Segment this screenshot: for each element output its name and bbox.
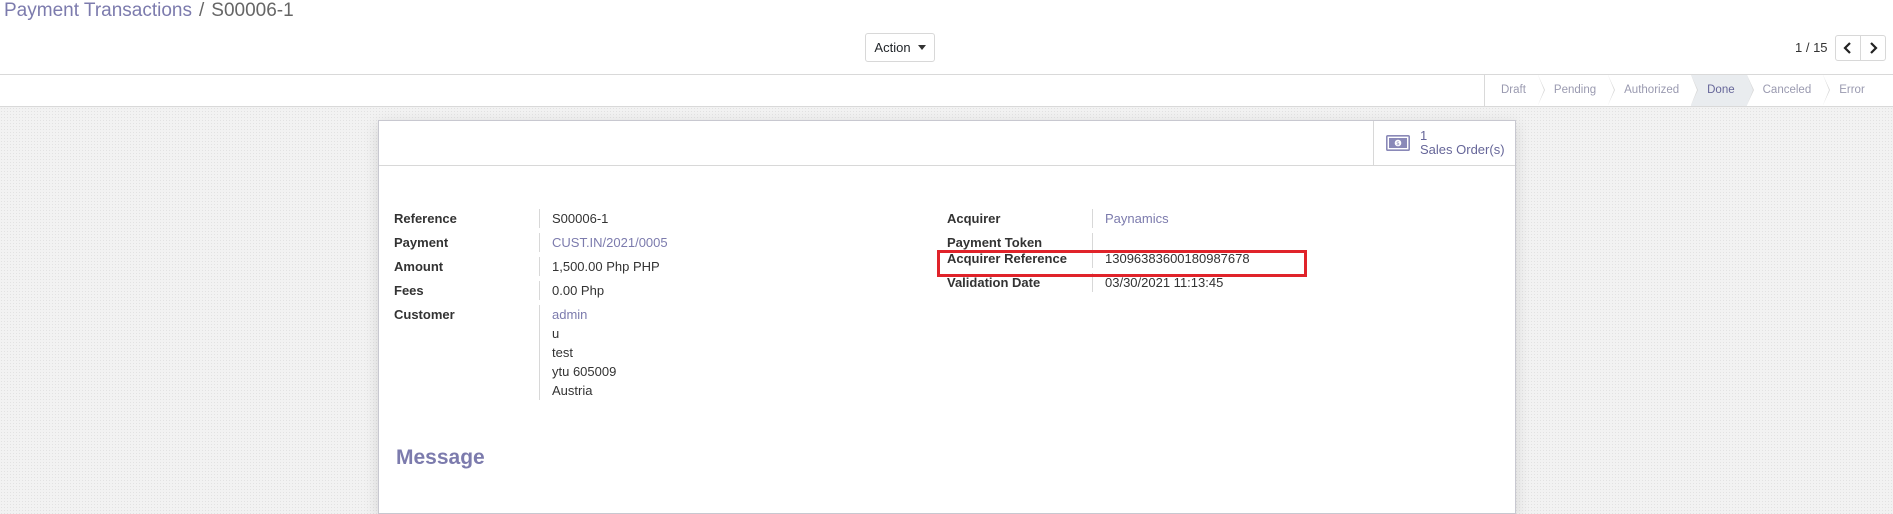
field-reference: Reference S00006-1 xyxy=(394,209,924,228)
breadcrumb-separator: / xyxy=(198,0,205,21)
acquirer-reference-value: 13096383600180987678 xyxy=(1105,251,1250,266)
breadcrumb-parent-link[interactable]: Payment Transactions xyxy=(4,0,192,21)
chevron-left-icon xyxy=(1843,42,1851,54)
customer-link[interactable]: admin xyxy=(552,305,616,324)
pager-value[interactable]: 1 / 15 xyxy=(1795,40,1828,55)
statusbar: Draft Pending Authorized Done Canceled E… xyxy=(0,75,1893,107)
smart-button-text: 1 Sales Order(s) xyxy=(1420,129,1505,157)
left-field-group: Reference S00006-1 Payment CUST.IN/2021/… xyxy=(394,209,924,405)
customer-value: admin u test ytu 605009 Austria xyxy=(540,305,616,400)
pager-previous-button[interactable] xyxy=(1835,35,1861,61)
status-step-draft[interactable]: Draft xyxy=(1484,75,1545,106)
customer-address-line: Austria xyxy=(552,383,593,398)
field-label: Customer xyxy=(394,305,540,400)
smart-button-count: 1 xyxy=(1420,128,1428,143)
field-payment: Payment CUST.IN/2021/0005 xyxy=(394,233,924,252)
form-sheet: $ 1 Sales Order(s) Reference S00006-1 Pa… xyxy=(378,120,1516,514)
status-step-authorized[interactable]: Authorized xyxy=(1608,75,1699,106)
field-label: Acquirer xyxy=(947,209,1093,228)
status-step-canceled[interactable]: Canceled xyxy=(1747,75,1830,106)
customer-address-line: ytu 605009 xyxy=(552,364,617,379)
customer-address-line: test xyxy=(552,345,573,360)
right-field-group: Acquirer Paynamics Payment Token Acquire… xyxy=(947,209,1477,297)
acquirer-value: Paynamics xyxy=(1093,209,1169,228)
validation-date-value: 03/30/2021 11:13:45 xyxy=(1105,275,1224,290)
field-label: Reference xyxy=(394,209,540,228)
fees-value: 0.00 Php xyxy=(552,283,605,298)
field-label: Acquirer Reference xyxy=(947,249,1093,268)
pager-next-button[interactable] xyxy=(1860,35,1886,61)
action-dropdown-button[interactable]: Action xyxy=(865,33,935,62)
sales-orders-smart-button[interactable]: $ 1 Sales Order(s) xyxy=(1373,121,1515,165)
field-acquirer: Acquirer Paynamics xyxy=(947,209,1477,228)
field-label: Payment xyxy=(394,233,540,252)
reference-value: S00006-1 xyxy=(552,211,609,226)
breadcrumb: Payment Transactions / S00006-1 xyxy=(4,0,294,22)
field-label: Fees xyxy=(394,281,540,300)
customer-address-line: u xyxy=(552,326,560,341)
field-fees: Fees 0.00 Php xyxy=(394,281,924,300)
control-panel: Payment Transactions / S00006-1 Action 1 /… xyxy=(0,0,1893,75)
field-customer: Customer admin u test ytu 605009 Austria xyxy=(394,305,924,400)
payment-link[interactable]: CUST.IN/2021/0005 xyxy=(552,235,668,250)
acquirer-link[interactable]: Paynamics xyxy=(1105,211,1169,226)
smart-button-label: Sales Order(s) xyxy=(1420,142,1505,157)
field-acquirer-reference: Acquirer Reference 13096383600180987678 xyxy=(947,249,1477,268)
action-button-label: Action xyxy=(874,40,911,55)
message-heading: Message xyxy=(396,446,485,469)
button-box: $ 1 Sales Order(s) xyxy=(379,121,1515,166)
status-steps: Draft Pending Authorized Done Canceled E… xyxy=(1484,75,1877,106)
svg-text:$: $ xyxy=(1396,141,1400,147)
field-amount: Amount 1,500.00 Php PHP xyxy=(394,257,924,276)
breadcrumb-current: S00006-1 xyxy=(211,0,294,21)
status-step-done[interactable]: Done xyxy=(1691,75,1754,106)
chevron-right-icon xyxy=(1870,42,1878,54)
status-step-error[interactable]: Error xyxy=(1823,75,1877,106)
money-icon: $ xyxy=(1386,135,1410,151)
caret-down-icon xyxy=(917,45,926,50)
field-validation-date: Validation Date 03/30/2021 11:13:45 xyxy=(947,273,1477,292)
status-step-pending[interactable]: Pending xyxy=(1538,75,1616,106)
amount-value: 1,500.00 Php PHP xyxy=(552,259,660,274)
field-label: Amount xyxy=(394,257,540,276)
payment-value: CUST.IN/2021/0005 xyxy=(540,233,668,252)
field-label: Validation Date xyxy=(947,273,1093,292)
